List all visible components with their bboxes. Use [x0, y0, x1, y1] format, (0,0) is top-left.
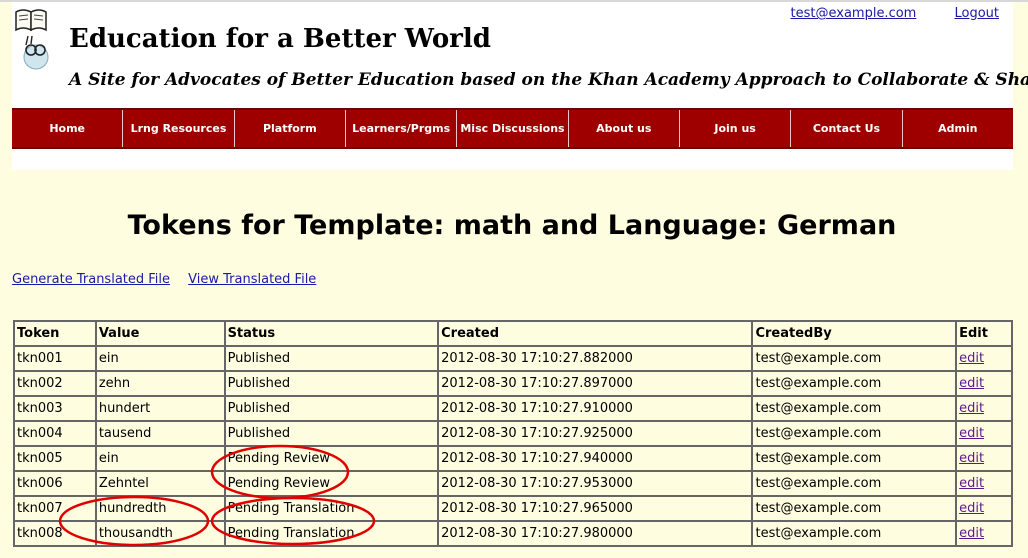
token-cell: tkn005	[13, 445, 97, 472]
created-cell: 2012-08-30 17:10:27.965000	[437, 495, 754, 522]
edit-cell: edit	[955, 420, 1013, 447]
site-header: Education for a Better World A Site for …	[12, 2, 1028, 170]
created-cell: 2012-08-30 17:10:27.897000	[437, 370, 754, 397]
nav-item-home[interactable]: Home	[12, 110, 124, 147]
nav-item-contact-us[interactable]: Contact Us	[791, 110, 903, 147]
created-cell: 2012-08-30 17:10:27.940000	[437, 445, 754, 472]
value-cell: Zehntel	[94, 470, 226, 497]
table-row: tkn001 ein Published 2012-08-30 17:10:27…	[13, 345, 1013, 372]
main-nav: Home Lrng Resources Platform Learners/Pr…	[12, 108, 1013, 149]
nav-item-learners-programs[interactable]: Learners/Prgms	[346, 110, 458, 147]
column-header-status: Status	[223, 320, 440, 347]
table-row: tkn003 hundert Published 2012-08-30 17:1…	[13, 395, 1013, 422]
edit-cell: edit	[955, 495, 1013, 522]
status-cell: Published	[223, 370, 440, 397]
value-cell: thousandth	[94, 520, 226, 547]
file-actions: Generate Translated File View Translated…	[12, 272, 316, 287]
edit-cell: edit	[955, 520, 1013, 547]
nav-item-join-us[interactable]: Join us	[680, 110, 792, 147]
column-header-created-by: CreatedBy	[751, 320, 958, 347]
edit-cell: edit	[955, 445, 1013, 472]
page-title: Tokens for Template: math and Language: …	[127, 210, 897, 241]
value-cell: zehn	[94, 370, 226, 397]
column-header-value: Value	[94, 320, 226, 347]
created-by-cell: test@example.com	[751, 395, 958, 422]
created-by-cell: test@example.com	[751, 520, 958, 547]
table-row: tkn002 zehn Published 2012-08-30 17:10:2…	[13, 370, 1013, 397]
created-cell: 2012-08-30 17:10:27.953000	[437, 470, 754, 497]
created-by-cell: test@example.com	[751, 420, 958, 447]
column-header-token: Token	[13, 320, 97, 347]
value-cell: hundert	[94, 395, 226, 422]
status-cell: Published	[223, 345, 440, 372]
site-title: Education for a Better World	[69, 24, 491, 54]
table-row: tkn008 thousandth Pending Translation 20…	[13, 520, 1013, 547]
nav-item-misc-discussions[interactable]: Misc Discussions	[457, 110, 569, 147]
site-tagline: A Site for Advocates of Better Education…	[69, 70, 1028, 90]
created-cell: 2012-08-30 17:10:27.980000	[437, 520, 754, 547]
edit-link[interactable]: edit	[959, 526, 984, 541]
edit-link[interactable]: edit	[959, 451, 984, 466]
table-row: tkn004 tausend Published 2012-08-30 17:1…	[13, 420, 1013, 447]
created-by-cell: test@example.com	[751, 345, 958, 372]
created-cell: 2012-08-30 17:10:27.925000	[437, 420, 754, 447]
created-by-cell: test@example.com	[751, 470, 958, 497]
created-cell: 2012-08-30 17:10:27.882000	[437, 345, 754, 372]
status-cell: Pending Translation	[223, 520, 440, 547]
book-reader-logo-icon	[15, 9, 49, 70]
status-cell: Pending Review	[223, 445, 440, 472]
value-cell: ein	[94, 345, 226, 372]
created-by-cell: test@example.com	[751, 370, 958, 397]
nav-item-platform[interactable]: Platform	[235, 110, 346, 147]
token-cell: tkn008	[13, 520, 97, 547]
edit-link[interactable]: edit	[959, 426, 984, 441]
column-header-edit: Edit	[955, 320, 1013, 347]
table-row: tkn007 hundredth Pending Translation 201…	[13, 495, 1013, 522]
account-links: test@example.com Logout	[791, 6, 999, 21]
created-by-cell: test@example.com	[751, 495, 958, 522]
edit-link[interactable]: edit	[959, 501, 984, 516]
table-row: tkn005 ein Pending Review 2012-08-30 17:…	[13, 445, 1013, 472]
tokens-table: Token Value Status Created CreatedBy Edi…	[13, 320, 1013, 547]
edit-link[interactable]: edit	[959, 351, 984, 366]
status-cell: Pending Review	[223, 470, 440, 497]
status-cell: Pending Translation	[223, 495, 440, 522]
edit-link[interactable]: edit	[959, 376, 984, 391]
generate-translated-file-link[interactable]: Generate Translated File	[12, 272, 170, 287]
edit-cell: edit	[955, 370, 1013, 397]
token-cell: tkn004	[13, 420, 97, 447]
nav-item-about-us[interactable]: About us	[569, 110, 680, 147]
token-cell: tkn002	[13, 370, 97, 397]
status-cell: Published	[223, 395, 440, 422]
value-cell: ein	[94, 445, 226, 472]
value-cell: tausend	[94, 420, 226, 447]
token-cell: tkn003	[13, 395, 97, 422]
table-row: tkn006 Zehntel Pending Review 2012-08-30…	[13, 470, 1013, 497]
column-header-created: Created	[437, 320, 754, 347]
created-cell: 2012-08-30 17:10:27.910000	[437, 395, 754, 422]
user-email-link[interactable]: test@example.com	[791, 6, 917, 21]
edit-cell: edit	[955, 395, 1013, 422]
token-cell: tkn006	[13, 470, 97, 497]
edit-link[interactable]: edit	[959, 401, 984, 416]
created-by-cell: test@example.com	[751, 445, 958, 472]
status-cell: Published	[223, 420, 440, 447]
logout-link[interactable]: Logout	[954, 6, 999, 21]
value-cell: hundredth	[94, 495, 226, 522]
table-header-row: Token Value Status Created CreatedBy Edi…	[13, 320, 1013, 347]
edit-link[interactable]: edit	[959, 476, 984, 491]
edit-cell: edit	[955, 345, 1013, 372]
nav-item-admin[interactable]: Admin	[903, 110, 1013, 147]
token-cell: tkn007	[13, 495, 97, 522]
token-cell: tkn001	[13, 345, 97, 372]
nav-item-learning-resources[interactable]: Lrng Resources	[123, 110, 235, 147]
edit-cell: edit	[955, 470, 1013, 497]
view-translated-file-link[interactable]: View Translated File	[188, 272, 316, 287]
